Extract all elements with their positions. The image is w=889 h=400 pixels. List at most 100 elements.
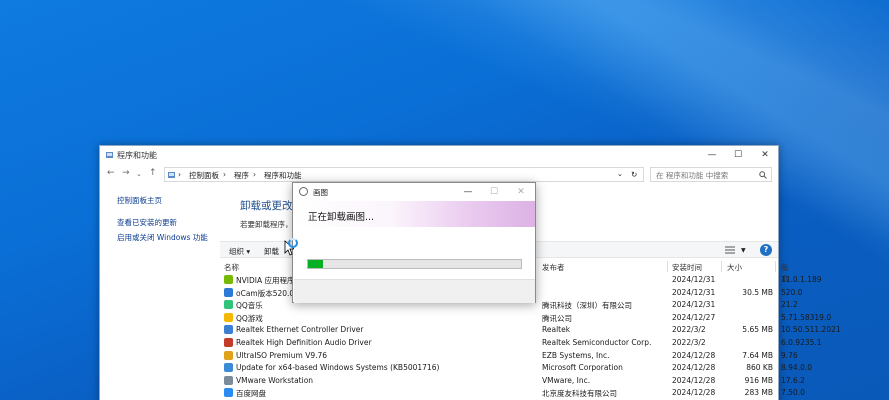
busy-spinner-icon [288, 238, 298, 248]
program-version: 5.71.58319.0 [781, 312, 832, 322]
column-header-name[interactable]: 名称 [224, 262, 239, 273]
program-size: 283 MB [744, 388, 773, 398]
table-row[interactable]: Realtek High Definition Audio Driver Real… [220, 337, 822, 350]
program-version: 520.0 [781, 287, 803, 297]
program-install-date: 2024/12/27 [672, 312, 716, 322]
minimize-button[interactable]: — [705, 148, 719, 162]
column-divider[interactable] [721, 261, 722, 272]
uninstall-status-message: 正在卸载画图... [308, 212, 375, 223]
chevron-down-icon[interactable]: ⌄ [617, 170, 623, 178]
control-panel-icon [168, 172, 175, 178]
column-header-publisher[interactable]: 发布者 [542, 262, 565, 273]
progress-bar [307, 259, 522, 269]
window-title: 程序和功能 [117, 151, 157, 160]
dialog-banner: 正在卸载画图... [294, 201, 535, 227]
table-row[interactable]: Update for x64-based Windows Systems (KB… [220, 362, 812, 375]
forward-arrow-icon[interactable]: → [122, 168, 130, 178]
table-row[interactable]: Realtek Ethernet Controller Driver Realte… [220, 324, 841, 337]
help-icon[interactable]: ? [760, 244, 772, 256]
program-name: Update for x64-based Windows Systems (KB… [236, 363, 440, 373]
dialog-maximize-button: ☐ [489, 187, 499, 197]
close-button[interactable]: ✕ [758, 148, 772, 162]
program-publisher: VMware, Inc. [542, 375, 591, 385]
program-version: 9.76 [781, 350, 798, 360]
program-name: Realtek Ethernet Controller Driver [236, 325, 364, 335]
program-name: QQ游戏 [236, 313, 263, 323]
program-name: QQ音乐 [236, 301, 263, 311]
program-icon [224, 350, 233, 360]
program-publisher: Realtek Semiconductor Corp. [542, 338, 652, 347]
program-icon [224, 312, 233, 322]
dialog-title: 画图 [313, 188, 328, 197]
back-arrow-icon[interactable]: ← [107, 168, 115, 178]
program-name: NVIDIA 应用程序 [236, 276, 295, 285]
search-input[interactable]: 在 程序和功能 中搜索 [650, 167, 772, 182]
program-name: VMware Workstation [236, 375, 314, 385]
dialog-minimize-button[interactable]: — [461, 185, 475, 199]
program-install-date: 2022/3/2 [672, 338, 706, 347]
table-row[interactable]: VMware Workstation VMware, Inc. 2024/12/28… [220, 375, 805, 388]
table-row[interactable]: UltraISO Premium V9.76 EZB Systems, Inc. 2… [220, 350, 798, 363]
program-icon [224, 363, 233, 373]
program-icon [224, 275, 233, 284]
chevron-down-icon[interactable]: ⌄ [136, 170, 142, 178]
program-version: 6.0.9235.1 [781, 338, 822, 347]
program-version: 21.2 [781, 300, 798, 310]
view-options-icon[interactable] [725, 246, 735, 254]
address-bar[interactable]: › 控制面板 › 程序 › 程序和功能 ⌄ ↻ [164, 167, 644, 182]
organize-button[interactable]: 组织 ▾ [229, 246, 250, 257]
program-install-date: 2024/12/28 [672, 375, 716, 385]
program-install-date: 2024/12/28 [672, 350, 716, 360]
program-install-date: 2024/12/31 [672, 287, 716, 297]
program-install-date: 2024/12/31 [672, 275, 716, 284]
program-size: 7.64 MB [742, 350, 773, 360]
column-header-size[interactable]: 大小 [727, 262, 742, 273]
uninstall-button[interactable]: 卸载 [264, 246, 279, 257]
chevron-down-icon[interactable]: ▼ [741, 247, 746, 254]
sidebar: 控制面板主页 查看已安装的更新 启用或关闭 Windows 功能 [100, 186, 220, 400]
program-version: 8.94.0.0 [781, 363, 813, 373]
program-size: 860 KB [746, 363, 773, 373]
program-name: 百度网盘 [236, 389, 266, 399]
program-publisher: 腾讯科技（深圳）有限公司 [542, 301, 632, 311]
program-version: 7.50.0 [781, 388, 805, 398]
sidebar-item-control-panel-home[interactable]: 控制面板主页 [117, 195, 162, 206]
column-header-install-date[interactable]: 安装时间 [672, 262, 702, 273]
program-publisher: 北京度友科技有限公司 [542, 389, 617, 399]
program-icon [224, 388, 233, 398]
column-divider[interactable] [667, 261, 668, 272]
program-size: 5.65 MB [742, 325, 773, 335]
program-publisher: Microsoft Corporation [542, 363, 623, 373]
program-icon [224, 300, 233, 310]
program-name: UltraISO Premium V9.76 [236, 350, 328, 360]
dialog-titlebar[interactable]: 画图 — ☐ ✕ [293, 183, 535, 201]
program-install-date: 2024/12/28 [672, 388, 716, 398]
program-version: 11.0.1.189 [781, 275, 822, 284]
program-icon [224, 375, 233, 385]
table-row[interactable]: 百度网盘 北京度友科技有限公司 2024/12/28 283 MB 7.50.0 [220, 387, 805, 400]
control-panel-icon [106, 152, 113, 158]
program-install-date: 2024/12/31 [672, 300, 716, 310]
program-publisher: 腾讯公司 [542, 313, 572, 323]
program-name: oCam版本520.0 [236, 288, 295, 298]
maximize-button[interactable]: ☐ [731, 148, 745, 162]
breadcrumb-programs-and-features[interactable]: 程序和功能 [264, 170, 302, 181]
breadcrumb-separator: › [223, 170, 226, 179]
program-publisher: Realtek [542, 325, 571, 335]
program-publisher: EZB Systems, Inc. [542, 350, 610, 360]
window-titlebar[interactable]: 程序和功能 — ☐ ✕ [100, 146, 778, 164]
column-divider[interactable] [775, 261, 776, 272]
program-version: 10.50.511.2021 [781, 325, 841, 335]
table-row[interactable]: QQ游戏 腾讯公司 2024/12/27 5.71.58319.0 [220, 312, 831, 325]
breadcrumb-programs[interactable]: 程序 [234, 170, 249, 181]
breadcrumb-control-panel[interactable]: 控制面板 [189, 170, 219, 181]
breadcrumb-separator: › [178, 170, 181, 179]
refresh-icon[interactable]: ↻ [631, 170, 637, 179]
search-icon [759, 171, 767, 179]
sidebar-item-windows-features[interactable]: 启用或关闭 Windows 功能 [117, 232, 208, 243]
search-placeholder: 在 程序和功能 中搜索 [656, 171, 729, 180]
program-install-date: 2024/12/28 [672, 363, 716, 373]
program-size: 30.5 MB [742, 287, 773, 297]
up-arrow-icon[interactable]: ↑ [149, 168, 157, 178]
sidebar-item-view-installed-updates[interactable]: 查看已安装的更新 [117, 217, 177, 228]
